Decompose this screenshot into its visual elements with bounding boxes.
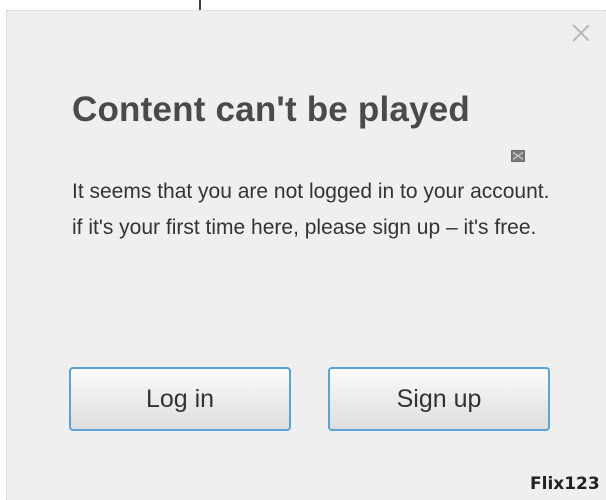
message-line-signup: if it's your first time here, please sig…: [72, 216, 537, 239]
brand-logo-text: Flix123: [530, 474, 600, 494]
login-button[interactable]: Log in: [69, 367, 291, 431]
dialog-title: Content can't be played: [72, 90, 470, 129]
close-icon[interactable]: [566, 18, 596, 48]
page: Content can't be played It seems that yo…: [0, 0, 606, 500]
signup-button-label: Sign up: [396, 384, 482, 413]
mail-icon[interactable]: [511, 150, 525, 162]
message-line-login: It seems that you are not logged in to y…: [72, 180, 550, 203]
dialog-message: It seems that you are not logged in to y…: [72, 174, 572, 246]
login-button-label: Log in: [145, 384, 215, 413]
signup-button[interactable]: Sign up: [328, 367, 550, 431]
